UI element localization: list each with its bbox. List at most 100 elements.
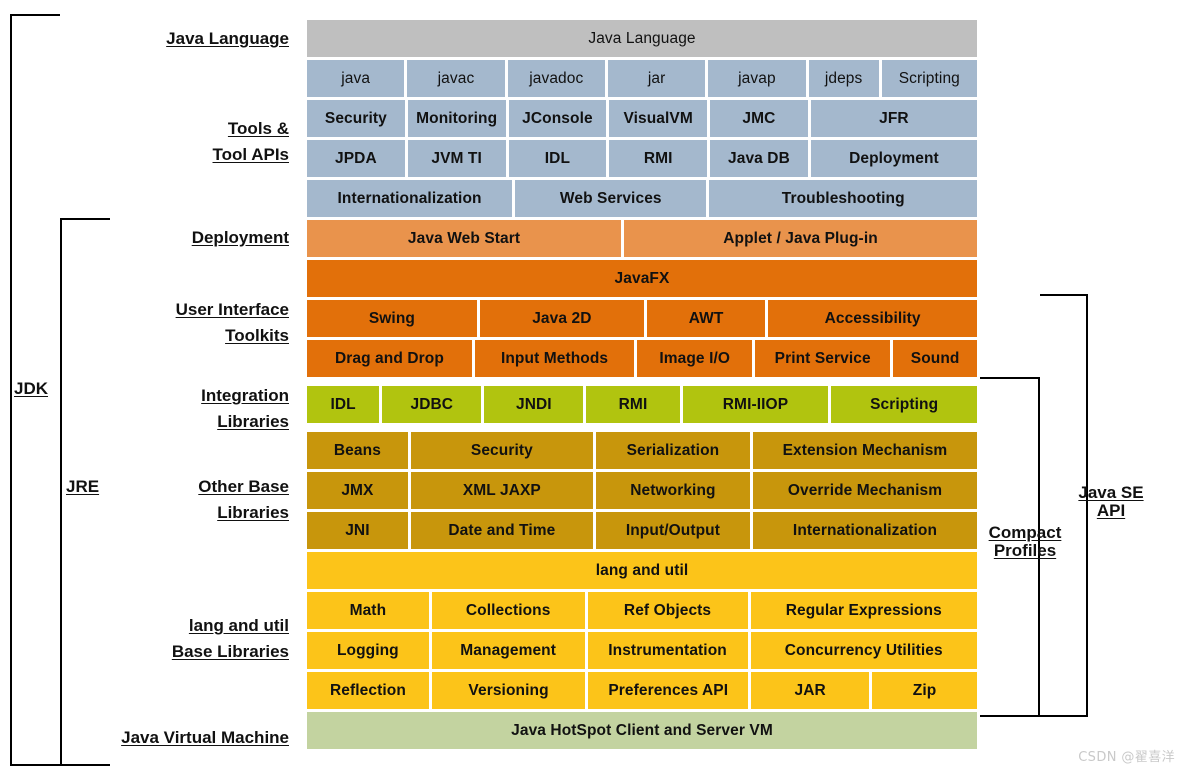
cell-accessibility: Accessibility — [768, 300, 977, 337]
cell-concurrency-utilities: Concurrency Utilities — [750, 632, 977, 669]
cell-javap: javap — [708, 60, 806, 97]
band-row: Beans Security Serialization Extension Mech… — [307, 432, 977, 469]
band-integration: IDL JDBC JNDI RMI RMI-IIOP Scripting — [307, 386, 977, 423]
cell-internationalization: Internationalization — [752, 512, 977, 549]
cell-networking: Networking — [595, 472, 750, 509]
cell-web-services: Web Services — [515, 180, 707, 217]
cell-override-mechanism: Override Mechanism — [752, 472, 977, 509]
label-integration-libraries: Integration Libraries — [201, 386, 289, 432]
cell-troubleshooting: Troubleshooting — [709, 180, 977, 217]
cell-monitoring: Monitoring — [407, 100, 506, 137]
cell-jndi: JNDI — [484, 386, 584, 423]
cell-jvm-ti: JVM TI — [407, 140, 506, 177]
band-row: JPDA JVM TI IDL RMI Java DB Deployment — [307, 140, 978, 177]
cell-image-i-o: Image I/O — [637, 340, 753, 377]
band-row: Reflection Versioning Preferences API JAR Zi… — [307, 672, 977, 709]
cell-input-methods: Input Methods — [474, 340, 635, 377]
cell-math: Math — [307, 592, 429, 629]
cell-jdbc: JDBC — [382, 386, 482, 423]
cell-input-output: Input/Output — [595, 512, 750, 549]
cell-drag-and-drop: Drag and Drop — [307, 340, 472, 377]
cell-visualvm: VisualVM — [609, 100, 708, 137]
cell-instrumentation: Instrumentation — [587, 632, 748, 669]
band-deployment: Java Web Start Applet / Java Plug-in — [307, 220, 977, 257]
cell-javadoc: javadoc — [507, 60, 605, 97]
band-row: Java HotSpot Client and Server VM — [307, 712, 977, 749]
label-lang-and-util-base-libraries: lang and util Base Libraries — [171, 616, 289, 662]
cell-regular-expressions: Regular Expressions — [750, 592, 977, 629]
cell-jpda: JPDA — [307, 140, 405, 177]
cell-java-2d: Java 2D — [479, 300, 644, 337]
cell-java-hotspot-client-and-server-vm: Java HotSpot Client and Server VM — [307, 712, 977, 749]
label-java-language: Java Language — [166, 29, 289, 48]
band-row: Internationalization Web Services Troubles… — [307, 180, 977, 217]
cell-applet-java-plug-in: Applet / Java Plug-in — [624, 220, 977, 257]
cell-deployment: Deployment — [810, 140, 978, 177]
cell-javafx: JavaFX — [307, 260, 977, 297]
cell-sound: Sound — [893, 340, 977, 377]
cell-awt: AWT — [646, 300, 766, 337]
label-java-virtual-machine: Java Virtual Machine — [121, 728, 289, 747]
cell-jmx: JMX — [307, 472, 408, 509]
band-row: Java Language — [307, 20, 977, 57]
cell-lang-and-util: lang and util — [307, 552, 977, 589]
cell-logging: Logging — [307, 632, 429, 669]
cell-jar: jar — [607, 60, 706, 97]
cell-idl: IDL — [307, 386, 380, 423]
band-user-interface: JavaFX Swing Java 2D AWT Accessibility Drag a… — [307, 260, 977, 377]
band-other-base: Beans Security Serialization Extension Mech… — [307, 432, 977, 549]
java-platform-diagram: JDK JRE Compact Profiles Java SE API Jav… — [0, 0, 1189, 773]
cell-preferences-api: Preferences API — [588, 672, 749, 709]
cell-extension-mechanism: Extension Mechanism — [752, 432, 977, 469]
label-deployment: Deployment — [191, 228, 289, 247]
cell-security: Security — [410, 432, 593, 469]
cell-rmi-iiop: RMI-IIOP — [682, 386, 829, 423]
cell-swing: Swing — [307, 300, 477, 337]
band-row: Java Web Start Applet / Java Plug-in — [307, 220, 977, 257]
cell-java-language: Java Language — [307, 20, 977, 57]
label-user-interface-toolkits: User Interface Toolkits — [175, 300, 289, 346]
cell-date-and-time: Date and Time — [410, 512, 593, 549]
band-java-language: Java Language — [307, 20, 977, 57]
label-tools-and-tool-apis: Tools & Tool APIs — [212, 119, 290, 165]
band-row: Security Monitoring JConsole VisualVM JMC JFR — [307, 100, 978, 137]
label-other-base-libraries: Other Base Libraries — [198, 477, 289, 523]
cell-management: Management — [431, 632, 585, 669]
cell-jar: JAR — [751, 672, 870, 709]
cell-jdeps: jdeps — [808, 60, 879, 97]
cell-jfr: JFR — [810, 100, 978, 137]
java-se-api-label: Java SE API — [1078, 483, 1144, 520]
band-row: Logging Management Instrumentation Concurre… — [307, 632, 977, 669]
cell-idl: IDL — [508, 140, 607, 177]
cell-xml-jaxp: XML JAXP — [410, 472, 593, 509]
cell-security: Security — [307, 100, 405, 137]
cell-serialization: Serialization — [595, 432, 750, 469]
cell-jni: JNI — [307, 512, 408, 549]
band-row: lang and util — [307, 552, 977, 589]
cell-versioning: Versioning — [431, 672, 586, 709]
band-tools: java javac javadoc jar javap jdeps Scripting Se… — [307, 60, 978, 217]
band-row: java javac javadoc jar javap jdeps Scripting — [307, 60, 977, 97]
cell-rmi: RMI — [609, 140, 708, 177]
cell-scripting: Scripting — [881, 60, 977, 97]
band-row: JavaFX — [307, 260, 977, 297]
cell-java: java — [307, 60, 405, 97]
band-jvm: Java HotSpot Client and Server VM — [307, 712, 977, 749]
band-row: IDL JDBC JNDI RMI RMI-IIOP Scripting — [307, 386, 977, 423]
band-row: JNI Date and Time Input/Output Internationa… — [307, 512, 977, 549]
cell-javac: javac — [407, 60, 505, 97]
cell-beans: Beans — [307, 432, 408, 469]
cell-print-service: Print Service — [755, 340, 891, 377]
cell-java-db: Java DB — [710, 140, 808, 177]
watermark: CSDN @翟喜洋 — [1078, 750, 1175, 765]
cell-java-web-start: Java Web Start — [307, 220, 622, 257]
cell-rmi: RMI — [586, 386, 680, 423]
band-row: Math Collections Ref Objects Regular Expres… — [307, 592, 977, 629]
band-lang-and-util: lang and util Math Collections Ref Objects R… — [307, 552, 977, 709]
cell-zip: Zip — [872, 672, 977, 709]
cell-internationalization: Internationalization — [307, 180, 513, 217]
band-row: Swing Java 2D AWT Accessibility — [307, 300, 977, 337]
cell-jconsole: JConsole — [508, 100, 607, 137]
compact-profiles-label: Compact Profiles — [988, 523, 1062, 560]
band-row: JMX XML JAXP Networking Override Mechanism — [307, 472, 977, 509]
